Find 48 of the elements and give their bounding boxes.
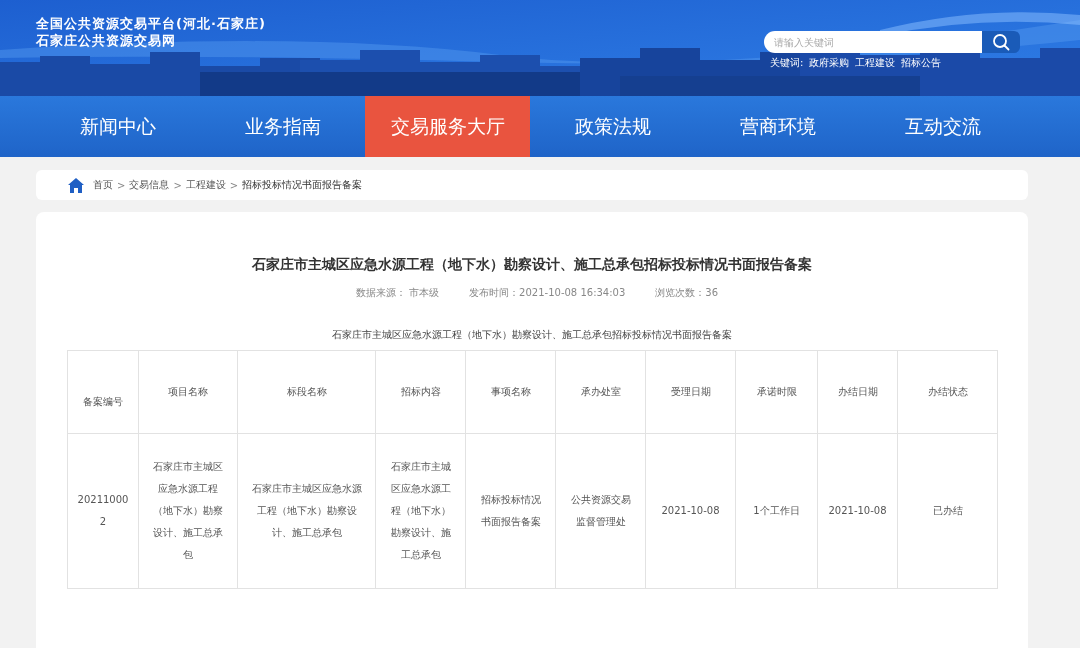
breadcrumb-link[interactable]: 工程建设 — [185, 178, 226, 192]
table-cell: 石家庄市主城区应急水源工程（地下水）勘察设计、施工总承包 — [237, 433, 376, 589]
home-icon — [68, 177, 84, 193]
column-header: 事项名称 — [465, 350, 556, 434]
breadcrumb-current: 招标投标情况书面报告备案 — [242, 178, 363, 192]
column-header: 承诺时限 — [735, 350, 818, 434]
column-header: 备案编号 — [67, 350, 139, 434]
breadcrumb-separator: > — [117, 179, 126, 191]
column-header: 项目名称 — [138, 350, 238, 434]
keyword-link[interactable]: 招标公告 — [901, 56, 942, 70]
site-title: 全国公共资源交易平台(河北·石家庄) — [36, 15, 266, 32]
table-cell: 2021-10-08 — [645, 433, 736, 589]
search-field[interactable]: 请输入关键词 — [764, 31, 982, 53]
article-meta: 浏览次数：36 — [655, 286, 719, 300]
keywords-label: 关键词: — [770, 56, 804, 70]
column-header: 办结日期 — [817, 350, 898, 434]
search-icon — [992, 33, 1010, 51]
table-cell: 公共资源交易监督管理处 — [555, 433, 646, 589]
breadcrumb-link[interactable]: 首页 — [93, 178, 113, 192]
column-header: 承办处室 — [555, 350, 646, 434]
nav-tab[interactable]: 营商环境 — [695, 96, 860, 157]
table-cell: 招标投标情况书面报告备案 — [465, 433, 556, 589]
keyword-link[interactable]: 政府采购 — [809, 56, 850, 70]
table-caption: 石家庄市主城区应急水源工程（地下水）勘察设计、施工总承包招标投标情况书面报告备案 — [331, 328, 733, 342]
table-cell: 石家庄市主城区应急水源工程（地下水）勘察设计、施工总承包 — [138, 433, 238, 589]
table-cell: 1个工作日 — [735, 433, 818, 589]
table-cell: 已办结 — [897, 433, 998, 589]
keyword-link[interactable]: 工程建设 — [855, 56, 896, 70]
article-title: 石家庄市主城区应急水源工程（地下水）勘察设计、施工总承包招标投标情况书面报告备案 — [251, 256, 813, 274]
breadcrumb-separator: > — [173, 179, 182, 191]
table-cell: 石家庄市主城区应急水源工程（地下水）勘察设计、施工总承包 — [375, 433, 466, 589]
breadcrumb-separator: > — [229, 179, 239, 191]
nav-tab[interactable]: 业务指南 — [200, 96, 365, 157]
table-cell: 2021-10-08 — [817, 433, 898, 589]
table-cell: 202110002 — [67, 433, 139, 589]
column-header: 办结状态 — [897, 350, 998, 434]
column-header: 受理日期 — [645, 350, 736, 434]
search-button[interactable] — [982, 31, 1020, 53]
nav-tab[interactable]: 政策法规 — [530, 96, 695, 157]
nav-tab[interactable]: 互动交流 — [860, 96, 1025, 157]
nav-tab[interactable]: 交易服务大厅 — [365, 96, 530, 157]
breadcrumb-link[interactable]: 交易信息 — [129, 178, 170, 192]
nav-tab[interactable]: 新闻中心 — [35, 96, 200, 157]
column-header: 标段名称 — [237, 350, 376, 434]
article-meta: 发布时间：2021-10-08 16:34:03 — [469, 286, 626, 300]
article-meta: 数据来源： 市本级 — [355, 286, 440, 300]
site-title: 石家庄公共资源交易网 — [36, 32, 177, 49]
column-header: 招标内容 — [375, 350, 466, 434]
